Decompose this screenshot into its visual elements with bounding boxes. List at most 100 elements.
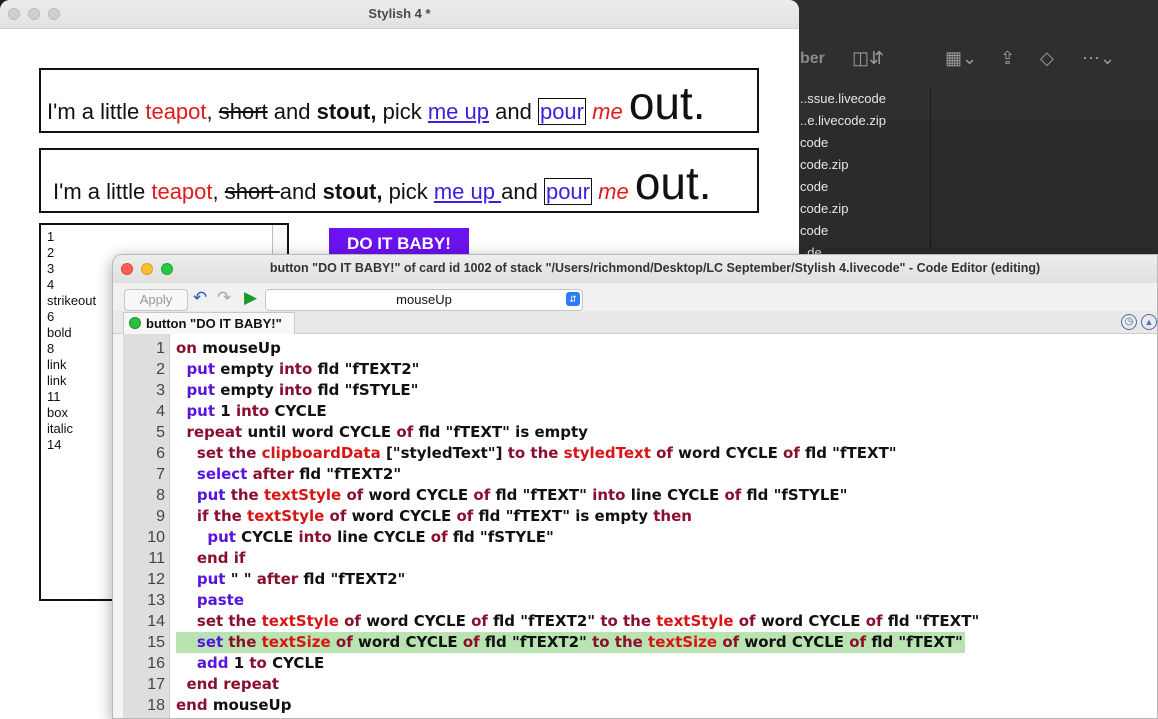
boxed-text-run: pour <box>543 178 592 205</box>
code-token: empty <box>220 381 279 399</box>
close-button[interactable] <box>121 263 133 275</box>
column-divider[interactable] <box>930 88 931 248</box>
more-actions-icon[interactable]: ⋯⌄ <box>1082 48 1115 69</box>
file-item[interactable]: code <box>790 176 930 198</box>
text-run: and <box>489 99 538 124</box>
code-token: set the <box>176 612 262 630</box>
code-token: put <box>176 570 231 588</box>
code-token: word CYCLE <box>368 486 474 504</box>
code-token: 1 <box>220 402 236 420</box>
code-line: 17 end repeat <box>123 674 1157 695</box>
code-text: set the clipboardData ["styledText"] to … <box>176 443 897 464</box>
file-item[interactable]: code.zip <box>790 154 930 176</box>
group-icon[interactable]: ▦⌄ <box>945 48 977 69</box>
line-number: 11 <box>148 550 165 567</box>
collapse-up-icon[interactable]: ▲ <box>1141 314 1157 330</box>
code-token: CYCLE <box>274 402 327 420</box>
code-token: if the <box>176 507 248 525</box>
code-token: 1 <box>233 654 250 672</box>
code-token: into <box>278 360 318 378</box>
code-token: of <box>473 486 496 504</box>
code-line: 13 paste <box>123 590 1157 611</box>
code-token: fld "fTEXT2" <box>303 570 406 588</box>
file-item[interactable]: code <box>790 220 930 242</box>
code-token: fld "fTEXT2" <box>493 612 601 630</box>
code-line: 18 end mouseUp <box>123 695 1157 716</box>
code-text: end mouseUp <box>176 695 291 716</box>
code-token: end if <box>176 549 246 567</box>
line-number: 17 <box>147 676 165 693</box>
code-token: of <box>462 633 485 651</box>
styled-text-field-ftext2[interactable]: I'm a little teapot, short and stout, pi… <box>39 148 759 213</box>
code-text: set the textStyle of word CYCLE of fld "… <box>176 611 979 632</box>
link-text-run[interactable]: me up <box>428 99 489 124</box>
text-run: I'm a little <box>47 99 146 124</box>
code-token: CYCLE <box>272 654 325 672</box>
editor-titlebar[interactable]: button "DO IT BABY!" of card id 1002 of … <box>113 255 1157 284</box>
code-token: textStyle <box>263 486 347 504</box>
column-view-icon[interactable]: ◫⇵ <box>852 48 884 69</box>
code-token: mouseUp <box>212 696 292 714</box>
code-token: into <box>235 402 275 420</box>
code-token: of <box>396 423 419 441</box>
code-token: fld "fTEXT" <box>887 612 980 630</box>
tab-script[interactable]: button "DO IT BABY!" <box>123 312 295 334</box>
file-item[interactable]: code <box>790 132 930 154</box>
line-number: 8 <box>156 487 165 504</box>
text-run: and <box>267 99 317 124</box>
line-number: 2 <box>156 361 165 378</box>
code-text: paste <box>176 590 244 611</box>
handler-dropdown[interactable]: mouseUp ⇵ <box>265 289 583 311</box>
stack-titlebar[interactable]: Stylish 4 * <box>0 0 799 29</box>
code-token: fld "fTEXT" <box>495 486 593 504</box>
styled-text-field-ftext[interactable]: I'm a little teapot, short and stout, pi… <box>39 68 759 133</box>
code-token: end <box>176 696 213 714</box>
share-icon[interactable]: ⇪ <box>1000 48 1015 69</box>
line-number: 10 <box>147 529 165 546</box>
code-token: line CYCLE <box>630 486 725 504</box>
code-token: word CYCLE <box>366 612 472 630</box>
code-token: of <box>329 507 352 525</box>
code-token: of <box>344 612 367 630</box>
redo-icon[interactable]: ↷ <box>217 288 231 308</box>
code-line: 5 repeat until word CYCLE of fld "fTEXT"… <box>123 422 1157 443</box>
file-item[interactable]: ..ssue.livecode <box>790 88 930 110</box>
code-token: of <box>335 633 358 651</box>
code-token: after <box>252 465 300 483</box>
code-token: textStyle <box>247 507 330 525</box>
code-token: word CYCLE <box>357 633 463 651</box>
italic-text-run: me <box>598 179 629 204</box>
code-token: add <box>176 654 234 672</box>
red-text-run: teapot <box>145 99 207 124</box>
code-line: 4 put 1 into CYCLE <box>123 401 1157 422</box>
code-token: to the <box>592 633 649 651</box>
undo-icon[interactable]: ↶ <box>193 288 207 308</box>
strikeout-text-run: short <box>224 179 280 204</box>
tag-icon[interactable]: ◇ <box>1040 48 1054 69</box>
link-text-run[interactable]: me up <box>434 179 501 204</box>
red-text-run: teapot <box>151 179 213 204</box>
styled-text: I'm a little teapot, short and stout, pi… <box>47 80 706 126</box>
apply-button[interactable]: Apply <box>124 289 188 311</box>
code-token: fld "fSTYLE" <box>746 486 848 504</box>
file-item[interactable]: code.zip <box>790 198 930 220</box>
minimize-button[interactable] <box>141 263 153 275</box>
script-editor[interactable]: 1 on mouseUp 2 put empty into fld "fTEXT2"… <box>123 334 1157 718</box>
code-text: put the textStyle of word CYCLE of fld "… <box>176 485 848 506</box>
code-text: repeat until word CYCLE of fld "fTEXT" i… <box>176 422 588 443</box>
status-dot-icon <box>129 317 141 329</box>
code-token: fld "fTEXT2" <box>317 360 420 378</box>
text-run: , <box>212 179 225 204</box>
code-token: then <box>653 507 692 525</box>
history-clock-icon[interactable]: ◷ <box>1121 314 1137 330</box>
code-line: 7 select after fld "fTEXT2" <box>123 464 1157 485</box>
code-text: put empty into fld "fTEXT2" <box>176 359 419 380</box>
run-icon[interactable]: ▶ <box>244 288 257 308</box>
code-token: ["styledText"] <box>385 444 508 462</box>
code-token: fld "fTEXT" <box>871 633 963 651</box>
boxed-text-run: pour <box>537 98 586 125</box>
file-item[interactable]: ..e.livecode.zip <box>790 110 930 132</box>
code-token: to the <box>600 612 657 630</box>
code-text: set the textSize of word CYCLE of fld "f… <box>176 632 965 653</box>
code-line: 2 put empty into fld "fTEXT2" <box>123 359 1157 380</box>
